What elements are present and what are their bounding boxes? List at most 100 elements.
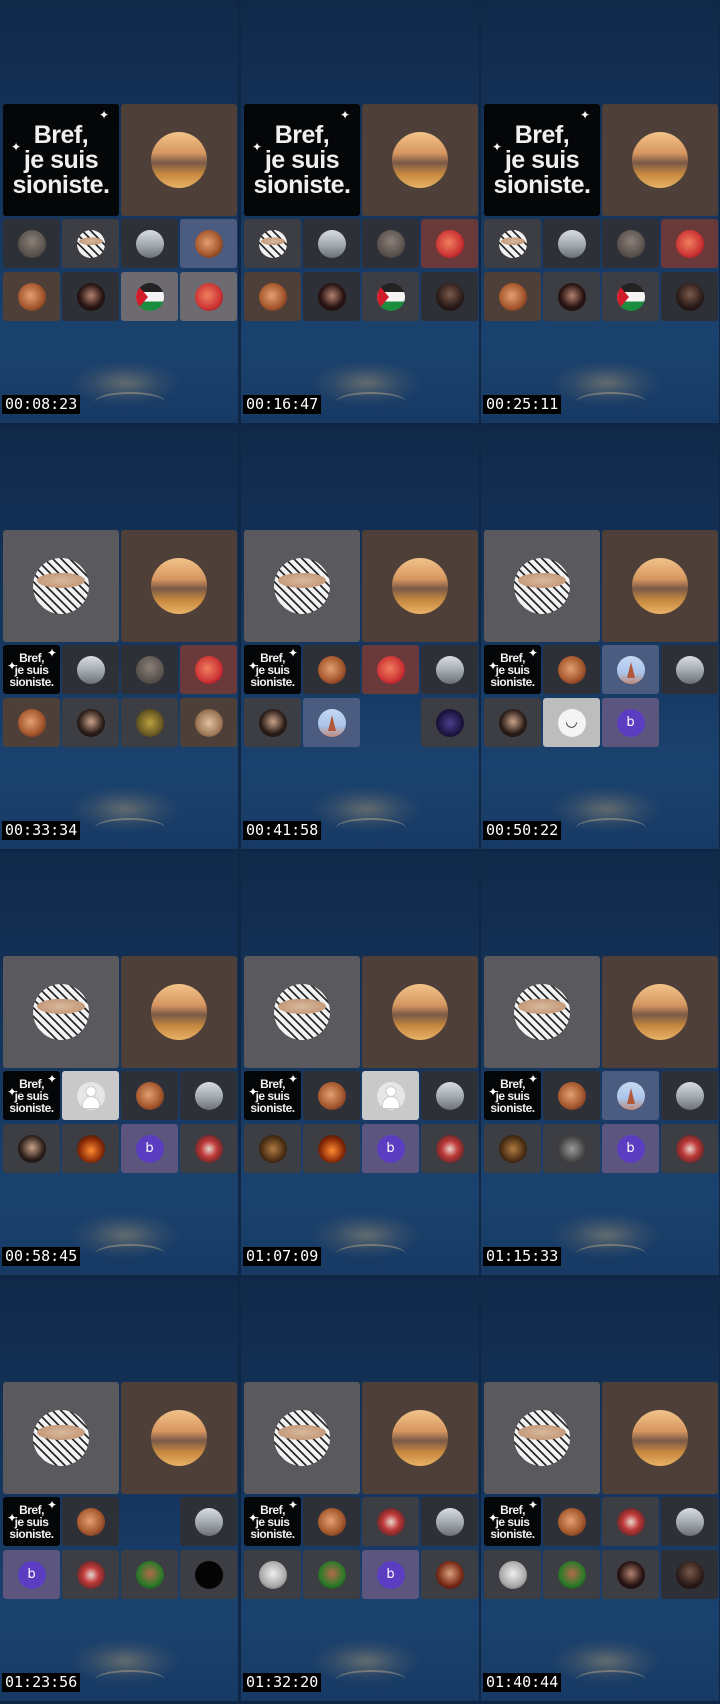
participant-tile-bref[interactable]: ✦ ✦ Bref, je suis sioniste. (3, 1497, 60, 1546)
participant-tile[interactable] (3, 530, 119, 642)
participant-tile[interactable] (484, 219, 541, 268)
participant-tile[interactable] (543, 645, 600, 694)
participant-tile[interactable] (121, 956, 237, 1068)
participant-tile[interactable]: b (362, 1550, 419, 1599)
participant-tile[interactable] (602, 1071, 659, 1120)
participant-tile[interactable] (661, 1071, 718, 1120)
participant-tile[interactable] (303, 219, 360, 268)
participant-tile-bref[interactable]: ✦ ✦ Bref, je suis sioniste. (244, 104, 360, 216)
participant-tile[interactable] (602, 219, 659, 268)
participant-tile[interactable] (62, 272, 119, 321)
participant-tile[interactable] (244, 1550, 301, 1599)
participant-tile[interactable] (602, 956, 718, 1068)
participant-tile[interactable] (3, 272, 60, 321)
participant-tile[interactable] (421, 698, 478, 747)
participant-tile[interactable] (661, 272, 718, 321)
participant-tile[interactable] (484, 956, 600, 1068)
participant-tile-bref[interactable]: ✦ ✦ Bref, je suis sioniste. (3, 104, 119, 216)
participant-tile[interactable] (661, 219, 718, 268)
participant-tile[interactable] (121, 219, 178, 268)
participant-tile[interactable] (244, 530, 360, 642)
participant-tile[interactable] (362, 530, 478, 642)
participant-tile[interactable] (661, 1497, 718, 1546)
participant-tile-bref[interactable]: ✦ ✦ Bref, je suis sioniste. (3, 1071, 60, 1120)
participant-tile[interactable] (244, 698, 301, 747)
participant-tile[interactable] (303, 272, 360, 321)
participant-tile[interactable] (421, 1124, 478, 1173)
participant-tile[interactable] (421, 1497, 478, 1546)
participant-tile[interactable] (484, 1382, 600, 1494)
participant-tile[interactable] (121, 1071, 178, 1120)
participant-tile[interactable] (602, 530, 718, 642)
participant-tile[interactable] (602, 1497, 659, 1546)
participant-tile[interactable] (121, 104, 237, 216)
participant-tile[interactable] (421, 645, 478, 694)
participant-tile[interactable] (602, 104, 718, 216)
participant-tile[interactable] (62, 219, 119, 268)
participant-tile[interactable]: b (121, 1124, 178, 1173)
participant-tile[interactable] (3, 1124, 60, 1173)
participant-tile-bref[interactable]: ✦ ✦ Bref, je suis sioniste. (484, 1497, 541, 1546)
participant-tile[interactable] (303, 1550, 360, 1599)
participant-tile[interactable] (180, 1071, 237, 1120)
participant-tile[interactable] (543, 1497, 600, 1546)
participant-tile[interactable] (121, 1550, 178, 1599)
participant-tile[interactable]: b (3, 1550, 60, 1599)
participant-tile[interactable] (362, 272, 419, 321)
participant-tile[interactable] (362, 219, 419, 268)
participant-tile-bref[interactable]: ✦ ✦ Bref, je suis sioniste. (244, 1071, 301, 1120)
participant-tile[interactable] (244, 956, 360, 1068)
participant-tile[interactable] (303, 1124, 360, 1173)
participant-tile[interactable] (3, 698, 60, 747)
participant-tile[interactable] (121, 272, 178, 321)
participant-tile[interactable] (602, 272, 659, 321)
participant-tile[interactable] (303, 1071, 360, 1120)
participant-tile[interactable] (180, 645, 237, 694)
participant-tile[interactable] (303, 1497, 360, 1546)
participant-tile[interactable] (3, 219, 60, 268)
participant-tile[interactable] (484, 272, 541, 321)
participant-tile[interactable] (421, 1071, 478, 1120)
participant-tile[interactable] (362, 645, 419, 694)
participant-tile-bref[interactable]: ✦ ✦ Bref, je suis sioniste. (484, 104, 600, 216)
participant-tile[interactable] (543, 1550, 600, 1599)
participant-tile[interactable]: b (362, 1124, 419, 1173)
participant-tile[interactable] (602, 1382, 718, 1494)
participant-tile[interactable] (62, 698, 119, 747)
participant-tile[interactable] (543, 698, 600, 747)
participant-tile[interactable] (362, 104, 478, 216)
participant-tile[interactable] (244, 219, 301, 268)
participant-tile[interactable] (180, 698, 237, 747)
participant-tile[interactable] (121, 645, 178, 694)
participant-tile[interactable] (543, 1071, 600, 1120)
participant-tile-bref[interactable]: ✦ ✦ Bref, je suis sioniste. (3, 645, 60, 694)
participant-tile[interactable] (484, 1124, 541, 1173)
participant-tile[interactable] (484, 1550, 541, 1599)
participant-tile-bref[interactable]: ✦ ✦ Bref, je suis sioniste. (244, 645, 301, 694)
participant-tile-bref[interactable]: ✦ ✦ Bref, je suis sioniste. (244, 1497, 301, 1546)
participant-tile[interactable] (602, 1550, 659, 1599)
participant-tile[interactable] (543, 1124, 600, 1173)
participant-tile[interactable] (3, 1382, 119, 1494)
participant-tile[interactable] (121, 698, 178, 747)
participant-tile[interactable] (661, 1550, 718, 1599)
participant-tile[interactable] (362, 956, 478, 1068)
participant-tile[interactable] (484, 698, 541, 747)
participant-tile-bref[interactable]: ✦ ✦ Bref, je suis sioniste. (484, 645, 541, 694)
participant-tile[interactable] (62, 645, 119, 694)
participant-tile[interactable] (362, 1497, 419, 1546)
participant-tile[interactable] (3, 956, 119, 1068)
participant-tile[interactable] (362, 1071, 419, 1120)
participant-tile[interactable] (421, 219, 478, 268)
participant-tile[interactable] (121, 1382, 237, 1494)
participant-tile[interactable] (180, 1497, 237, 1546)
participant-tile[interactable] (244, 1382, 360, 1494)
participant-tile[interactable] (602, 645, 659, 694)
participant-tile[interactable] (303, 645, 360, 694)
participant-tile-bref[interactable]: ✦ ✦ Bref, je suis sioniste. (484, 1071, 541, 1120)
participant-tile[interactable] (421, 1550, 478, 1599)
participant-tile[interactable] (62, 1550, 119, 1599)
participant-tile[interactable] (421, 272, 478, 321)
participant-tile[interactable] (180, 219, 237, 268)
participant-tile[interactable] (180, 1550, 237, 1599)
